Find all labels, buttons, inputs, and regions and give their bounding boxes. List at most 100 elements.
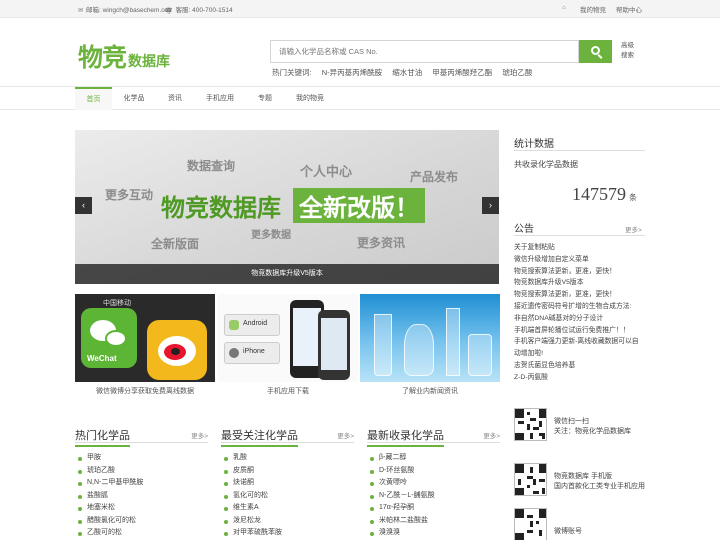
hot-keyword[interactable]: 缩水甘油 bbox=[392, 68, 422, 77]
more-link[interactable]: 更多> bbox=[483, 430, 500, 440]
thumb-industry-news[interactable]: 了解业内新闻资讯 bbox=[360, 294, 500, 403]
phone-icon: ☎ bbox=[165, 8, 173, 14]
qr-line: 国内首款化工类专业手机应用 bbox=[554, 483, 645, 490]
list-item[interactable]: 米帕林二盐酸盐 bbox=[367, 515, 500, 528]
help-center-link[interactable]: 帮助中心 bbox=[616, 4, 642, 14]
thumb-image-text: Android bbox=[243, 320, 268, 327]
notice-title: 公告 bbox=[514, 224, 534, 235]
nav-item-news[interactable]: 资讯 bbox=[160, 87, 190, 110]
more-link[interactable]: 更多> bbox=[337, 430, 354, 440]
search-icon bbox=[591, 46, 600, 55]
carousel-next-button[interactable]: › bbox=[482, 197, 499, 214]
list-item[interactable]: 溴溴溴 bbox=[367, 527, 500, 540]
notice-item[interactable]: 关于复制粘贴 bbox=[514, 242, 639, 254]
list-item[interactable]: N,N-二甲基甲酰胺 bbox=[75, 477, 208, 490]
hot-keyword[interactable]: 琥珀乙酸 bbox=[502, 68, 532, 77]
banner-headline-a: 物竞数据库 bbox=[161, 194, 281, 222]
banner-headline-b: 全新改版！ bbox=[293, 188, 425, 223]
list-item[interactable]: 地塞米松 bbox=[75, 502, 208, 515]
stats-unit: 条 bbox=[629, 193, 637, 202]
hot-keywords: 热门关键词: N-异丙基丙烯酰胺 缩水甘油 甲基丙烯酸羟乙酯 琥珀乙酸 bbox=[272, 67, 540, 78]
nav-item-chemicals[interactable]: 化学品 bbox=[115, 87, 153, 110]
banner-carousel[interactable]: 数据查询 个人中心 产品发布 更多互动 全新版面 更多数据 更多资讯 物竞数据库… bbox=[75, 130, 499, 284]
thumb-caption: 微信微博分享获取免费离线数据 bbox=[96, 388, 194, 395]
list-item[interactable]: 醋酸氯化可的松 bbox=[75, 515, 208, 528]
carousel-prev-button[interactable]: ‹ bbox=[75, 197, 92, 214]
divider bbox=[514, 235, 645, 236]
panel-header: 最新收录化学品 更多> bbox=[367, 425, 500, 447]
panel-header: 最受关注化学品 更多> bbox=[221, 425, 354, 447]
notice-item[interactable]: 接近遗传密码符号扩增的生物合成方法: bbox=[514, 301, 639, 313]
list-item[interactable]: 泼尼松龙 bbox=[221, 515, 354, 528]
qr-code-mobile-app bbox=[514, 463, 547, 496]
thumb-caption: 了解业内新闻资讯 bbox=[402, 388, 458, 395]
top-bar: ✉ 邮箱: wingch@basechem.org ☎ 客服: 400-700-15… bbox=[0, 0, 720, 18]
notice-more-link[interactable]: 更多> bbox=[625, 224, 642, 234]
banner-word: 更多互动 bbox=[105, 188, 154, 202]
panel-title: 最新收录化学品 bbox=[367, 427, 444, 447]
list-item[interactable]: 琥珀乙酸 bbox=[75, 465, 208, 478]
wechat-icon: WeChat bbox=[81, 308, 137, 368]
banner-word: 全新版面 bbox=[151, 237, 200, 251]
panel-title: 最受关注化学品 bbox=[221, 427, 298, 447]
list-item[interactable]: 乳酸 bbox=[221, 452, 354, 465]
list-item[interactable]: β-藏二醇 bbox=[367, 452, 500, 465]
nav-item-mobile-app[interactable]: 手机应用 bbox=[200, 87, 240, 110]
notice-item[interactable]: Z-D-丙氨酸 bbox=[514, 372, 639, 384]
list-item[interactable]: D-环丝氨酸 bbox=[367, 465, 500, 478]
list-item[interactable]: 维生素A bbox=[221, 502, 354, 515]
stats-count: 147579 bbox=[572, 184, 626, 204]
list-item[interactable]: 17α-羟孕酮 bbox=[367, 502, 500, 515]
iphone-download-button: iPhone bbox=[224, 342, 280, 364]
hot-keywords-label: 热门关键词: bbox=[272, 68, 312, 77]
android-icon bbox=[229, 320, 239, 330]
list-item[interactable]: 盐酸胍 bbox=[75, 490, 208, 503]
list-item[interactable]: 甲胺 bbox=[75, 452, 208, 465]
list-item[interactable]: 乙酸可的松 bbox=[75, 527, 208, 540]
thumb-wechat-weibo[interactable]: 中国移动 WeChat 微信微博分享获取免费离线数据 bbox=[75, 294, 215, 403]
qr-text-weibo: 微博账号 bbox=[554, 527, 582, 537]
notice-item[interactable]: 手机端首屏轮播位试运行免费推广！！ bbox=[514, 325, 639, 337]
notice-item[interactable]: 志贺氏菌显色培养基 bbox=[514, 360, 639, 372]
list-item[interactable]: 氢化可的松 bbox=[221, 490, 354, 503]
weibo-icon bbox=[147, 320, 207, 380]
panel-title: 热门化学品 bbox=[75, 427, 130, 447]
qr-line: 物竞数据库 手机版 bbox=[554, 473, 612, 480]
list-item[interactable]: 次黄嘌呤 bbox=[367, 477, 500, 490]
notice-item[interactable]: 手机客户端强力更新-离线收藏数据可以自 bbox=[514, 336, 639, 348]
nav-item-home[interactable]: 首页 bbox=[75, 87, 112, 110]
banner-word: 个人中心 bbox=[300, 165, 353, 180]
contact-phone: ☎ 客服: 400-700-1514 bbox=[165, 4, 233, 14]
hot-keyword[interactable]: N-异丙基丙烯酰胺 bbox=[322, 68, 382, 77]
search-box bbox=[270, 40, 579, 63]
home-icon: ⌂ bbox=[562, 5, 566, 11]
list-item[interactable]: 对甲苯硫酰苯胺 bbox=[221, 527, 354, 540]
more-link[interactable]: 更多> bbox=[191, 430, 208, 440]
notice-item[interactable]: 物竞搜索算法更新，更准，更快！ bbox=[514, 289, 639, 301]
notice-item[interactable]: 物竞数据库升级V5版本 bbox=[514, 277, 639, 289]
home-link[interactable]: ⌂ bbox=[562, 4, 569, 11]
hot-keyword[interactable]: 甲基丙烯酸羟乙酯 bbox=[432, 68, 492, 77]
list-item[interactable]: 炔诺酮 bbox=[221, 477, 354, 490]
advanced-search-link[interactable]: 高级搜索 bbox=[621, 41, 635, 61]
thumb-mobile-app[interactable]: Android iPhone 手机应用下载 bbox=[218, 294, 358, 403]
nav-item-my-wujing[interactable]: 我的物竞 bbox=[290, 87, 330, 110]
mobile-app-image: Android iPhone bbox=[218, 294, 358, 382]
notice-item[interactable]: 微信升级增加自定义菜单 bbox=[514, 254, 639, 266]
search-input[interactable] bbox=[271, 41, 578, 62]
lab-glassware-image bbox=[360, 294, 500, 382]
flask-icon bbox=[404, 324, 434, 376]
notice-item[interactable]: 物竞搜索算法更新，更准，更快！ bbox=[514, 266, 639, 278]
divider bbox=[514, 150, 645, 151]
site-logo[interactable]: 物竞 数据库 bbox=[78, 38, 170, 74]
nav-item-topics[interactable]: 专题 bbox=[250, 87, 280, 110]
notice-item[interactable]: 动增加啦! bbox=[514, 348, 639, 360]
notice-item[interactable]: 非自然DNA碱基对的分子设计 bbox=[514, 313, 639, 325]
banner-word: 数据查询 bbox=[187, 159, 236, 173]
list-item[interactable]: 皮质酮 bbox=[221, 465, 354, 478]
main-nav: 首页 化学品 资讯 手机应用 专题 我的物竞 bbox=[0, 86, 720, 110]
list-item[interactable]: N-乙酰－L-脯氨酸 bbox=[367, 490, 500, 503]
search-button[interactable] bbox=[579, 40, 612, 63]
flask-icon bbox=[468, 334, 492, 376]
my-wujing-link[interactable]: 我的物竞 bbox=[580, 4, 606, 14]
